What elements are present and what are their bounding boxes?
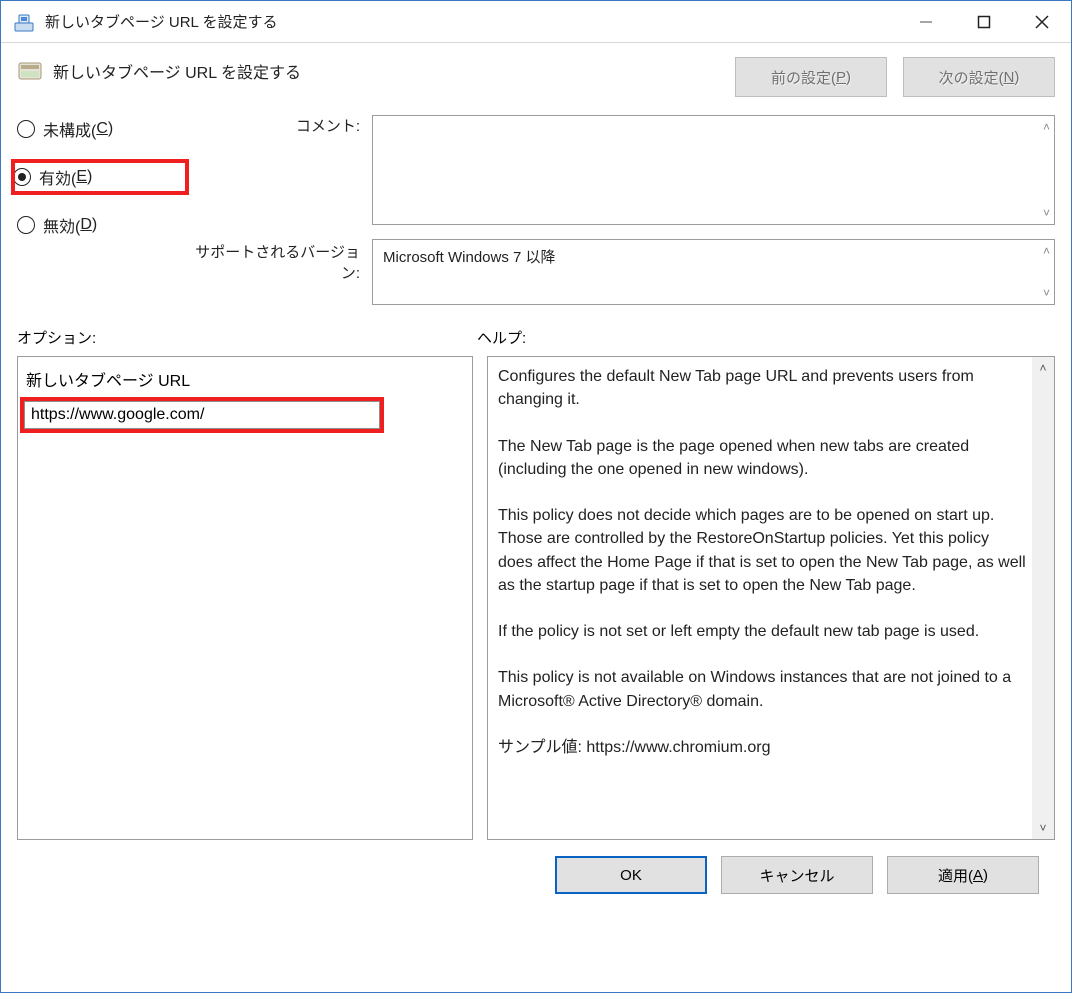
help-scrollbar[interactable]: ˄ ˅ xyxy=(1032,357,1054,839)
scroll-up-icon: ˄ xyxy=(1043,244,1050,258)
new-tab-url-input[interactable] xyxy=(24,401,380,429)
minimize-button[interactable] xyxy=(897,1,955,42)
app-icon xyxy=(13,11,35,33)
dialog-footer: OK キャンセル 適用(A) xyxy=(17,840,1055,894)
help-panel: Configures the default New Tab page URL … xyxy=(487,356,1055,840)
options-panel: 新しいタブページ URL xyxy=(17,356,473,840)
previous-setting-button[interactable]: 前の設定(P) xyxy=(735,57,887,97)
close-button[interactable] xyxy=(1013,1,1071,42)
cancel-button[interactable]: キャンセル xyxy=(721,856,873,894)
page-title: 新しいタブページ URL を設定する xyxy=(53,57,301,83)
help-text: This policy is not available on Windows … xyxy=(498,666,1028,712)
radio-icon xyxy=(17,216,35,234)
scroll-down-icon: ˅ xyxy=(1039,817,1046,839)
help-text: サンプル値: https://www.chromium.org xyxy=(498,736,1028,759)
ok-button[interactable]: OK xyxy=(555,856,707,894)
title-bar: 新しいタブページ URL を設定する xyxy=(1,1,1071,43)
scroll-down-icon: ˅ xyxy=(1043,286,1050,300)
policy-icon xyxy=(17,57,43,83)
supported-textbox: Microsoft Windows 7 以降 ˄ ˅ xyxy=(372,239,1055,305)
window-controls xyxy=(897,1,1071,42)
scroll-up-icon: ˄ xyxy=(1039,357,1046,379)
radio-icon xyxy=(17,120,35,138)
close-icon xyxy=(1035,15,1049,29)
next-setting-button[interactable]: 次の設定(N) xyxy=(903,57,1055,97)
header-row: 新しいタブページ URL を設定する 前の設定(P) 次の設定(N) xyxy=(17,57,1055,97)
options-section-label: オプション: xyxy=(17,327,477,348)
maximize-button[interactable] xyxy=(955,1,1013,42)
comment-textbox[interactable]: ˄ ˅ xyxy=(372,115,1055,225)
radio-icon xyxy=(13,168,31,186)
help-text: This policy does not decide which pages … xyxy=(498,504,1028,597)
supported-label: サポートされるバージョン: xyxy=(187,225,372,283)
radio-enabled[interactable]: 有効(E) xyxy=(13,165,105,189)
help-text: If the policy is not set or left empty t… xyxy=(498,620,1028,643)
scroll-up-icon: ˄ xyxy=(1043,120,1050,134)
scroll-down-icon: ˅ xyxy=(1043,206,1050,220)
comment-label: コメント: xyxy=(187,115,372,136)
radio-disabled[interactable]: 無効(D) xyxy=(17,213,187,237)
help-text: Configures the default New Tab page URL … xyxy=(498,365,1028,411)
option-field-label: 新しいタブページ URL xyxy=(26,367,464,391)
minimize-icon xyxy=(919,15,933,29)
maximize-icon xyxy=(977,15,991,29)
apply-button[interactable]: 適用(A) xyxy=(887,856,1039,894)
window-title: 新しいタブページ URL を設定する xyxy=(45,11,278,32)
help-text: The New Tab page is the page opened when… xyxy=(498,435,1028,481)
supported-value: Microsoft Windows 7 以降 xyxy=(373,240,1054,273)
radio-not-configured[interactable]: 未構成(C) xyxy=(17,117,187,141)
help-section-label: ヘルプ: xyxy=(477,327,526,348)
